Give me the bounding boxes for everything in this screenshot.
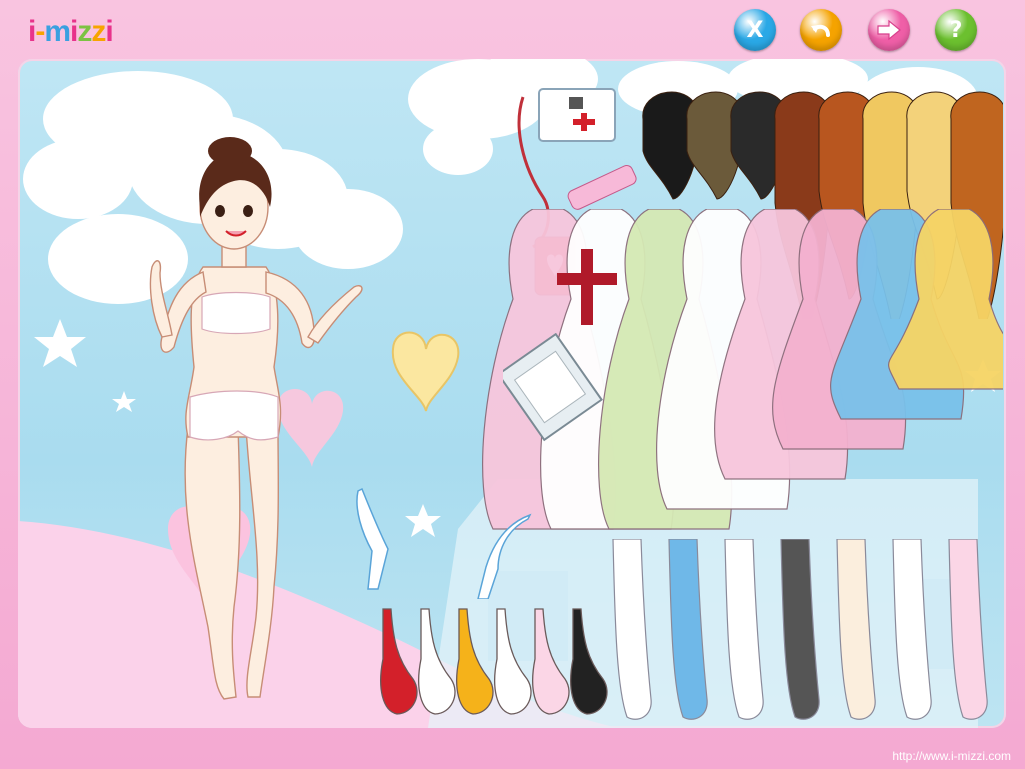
question-icon: ? xyxy=(949,17,963,43)
model-girl xyxy=(149,137,363,700)
clipboard-accessory[interactable] xyxy=(503,333,613,443)
shoe-option[interactable] xyxy=(456,608,494,715)
shoe-options[interactable] xyxy=(363,599,613,724)
logo-letter: - xyxy=(35,15,45,48)
logo-letter: z xyxy=(91,15,106,48)
close-button[interactable]: X xyxy=(734,9,776,51)
arrow-right-icon xyxy=(877,19,901,41)
logo-letter: i xyxy=(105,15,113,48)
shoe-option[interactable] xyxy=(494,608,532,715)
x-icon: X xyxy=(746,17,764,43)
undo-icon xyxy=(811,24,830,37)
site-url[interactable]: http://www.i-mizzi.com xyxy=(892,749,1011,763)
logo-letter: z xyxy=(77,15,92,48)
dressup-stage xyxy=(18,59,1006,728)
shoe-option[interactable] xyxy=(380,608,418,715)
sock-option[interactable] xyxy=(892,539,932,720)
sock-option[interactable] xyxy=(724,539,764,720)
sock-option[interactable] xyxy=(836,539,876,720)
logo-letter: m xyxy=(44,15,71,48)
heart-decor xyxy=(391,331,460,412)
sock-option[interactable] xyxy=(948,539,988,720)
help-button[interactable]: ? xyxy=(935,9,977,51)
sock-options[interactable] xyxy=(593,539,1003,724)
undo-button[interactable] xyxy=(800,9,842,51)
shoe-option[interactable] xyxy=(532,608,570,715)
i-mizzi-logo[interactable]: i-mizzi xyxy=(28,14,114,50)
shoe-option[interactable] xyxy=(418,608,456,715)
sock-option[interactable] xyxy=(780,539,820,720)
game-frame: i-mizzi X ? http://www.i-mizzi.com xyxy=(0,0,1025,769)
logo-letter: i xyxy=(70,15,78,48)
sock-option[interactable] xyxy=(612,539,652,720)
logo-letter: i xyxy=(28,15,36,48)
next-button[interactable] xyxy=(868,9,910,51)
top-bar: i-mizzi X ? xyxy=(0,0,1025,58)
glove-options[interactable] xyxy=(348,479,548,599)
sock-option[interactable] xyxy=(668,539,708,720)
